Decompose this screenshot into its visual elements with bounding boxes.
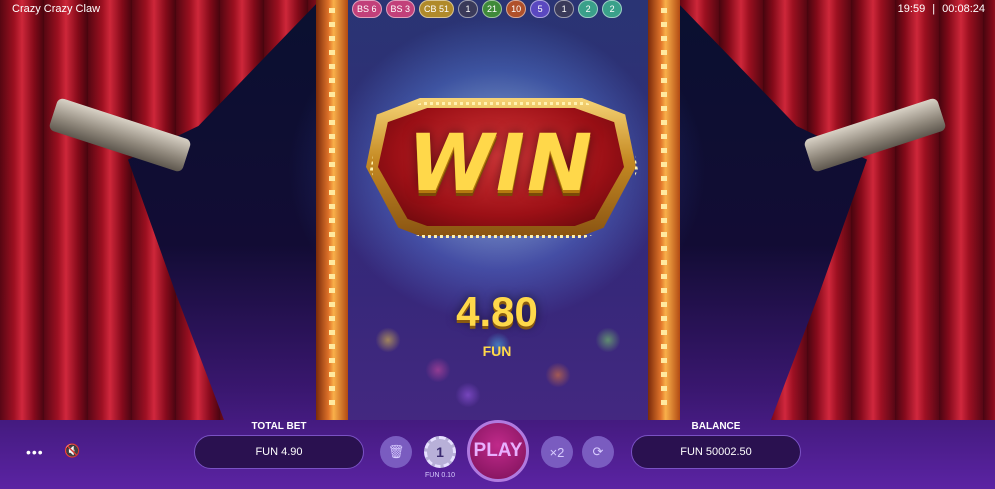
history-chip: 1 (554, 0, 575, 18)
balance-label: BALANCE (691, 421, 741, 432)
double-bet-button[interactable]: ×2 (541, 436, 573, 468)
machine-right-pillar (648, 0, 680, 420)
total-bet-field[interactable]: FUN 4.90 (194, 435, 364, 469)
history-chips: BS 6 BS 3 CB 51 1 21 10 5 1 2 2 (352, 0, 623, 20)
history-chip: BS 6 (352, 0, 382, 18)
win-title: WIN (407, 119, 595, 209)
menu-button[interactable]: ••• (26, 444, 44, 460)
history-chip: 1 (458, 0, 479, 18)
total-bet-label: TOTAL BET (251, 421, 307, 432)
clock-display: 19:59 | 00:08:24 (898, 3, 985, 15)
history-chip: 5 (530, 0, 551, 18)
history-chip: 2 (602, 0, 623, 18)
autoplay-icon[interactable]: ⟳ (582, 436, 614, 468)
history-chip: 21 (482, 0, 503, 18)
history-chip: BS 3 (385, 0, 416, 18)
history-chip: 2 (578, 0, 599, 18)
play-button[interactable]: PLAY (467, 420, 529, 482)
game-stage: WIN 4.80 FUN (0, 0, 995, 489)
mute-icon[interactable]: 🔇 (64, 443, 80, 459)
app-title: Crazy Crazy Claw (12, 3, 101, 15)
coin-value-button[interactable]: 1 (424, 436, 456, 468)
win-currency: FUN (482, 343, 512, 359)
coin-value-label: FUN 0.10 (425, 472, 455, 479)
machine-left-pillar (316, 0, 348, 420)
clock-time: 19:59 (897, 3, 926, 15)
session-timer: 00:08:24 (942, 3, 985, 15)
balance-field: FUN 50002.50 (631, 435, 801, 469)
history-chip: CB 51 (419, 0, 455, 18)
win-amount: 4.80 (456, 288, 538, 335)
clear-bet-icon[interactable]: 🗑 (380, 436, 412, 468)
left-curtain (0, 0, 320, 420)
right-curtain (675, 0, 995, 420)
history-chip: 10 (506, 0, 527, 18)
clock-separator: | (932, 3, 936, 15)
